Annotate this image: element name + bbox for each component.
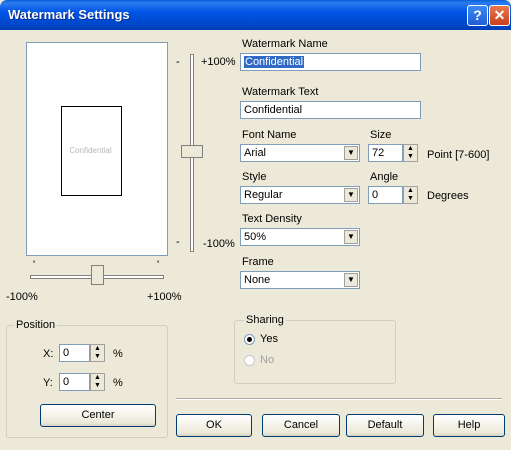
sharing-yes-label[interactable]: Yes: [260, 333, 278, 345]
chevron-down-icon[interactable]: ▼: [344, 230, 358, 244]
text-density-select[interactable]: 50% ▼: [240, 228, 360, 246]
spin-down-icon[interactable]: ▼: [91, 353, 104, 361]
watermark-text-label: Watermark Text: [242, 86, 319, 98]
separator: [176, 398, 502, 400]
chevron-down-icon[interactable]: ▼: [344, 273, 358, 287]
watermark-name-input[interactable]: Confidential: [240, 53, 421, 71]
style-select[interactable]: Regular ▼: [240, 186, 360, 204]
horizontal-slider-max-tick: ': [157, 259, 160, 271]
style-value: Regular: [244, 189, 283, 201]
chevron-down-icon[interactable]: ▼: [344, 146, 358, 160]
spin-down-icon[interactable]: ▼: [404, 195, 417, 203]
position-x-spinner[interactable]: ▲ ▼: [90, 344, 105, 362]
frame-label: Frame: [242, 256, 274, 268]
position-x-unit: %: [113, 348, 123, 360]
chevron-down-icon[interactable]: ▼: [344, 188, 358, 202]
position-x-input[interactable]: 0: [59, 344, 90, 362]
watermark-name-value: Confidential: [244, 56, 305, 68]
position-title: Position: [14, 319, 58, 331]
spin-down-icon[interactable]: ▼: [404, 153, 417, 161]
vertical-slider-max-tick: -: [176, 56, 180, 68]
vertical-slider-min-tick: -: [176, 236, 180, 248]
sharing-no-radio[interactable]: [244, 355, 255, 366]
ok-button[interactable]: OK: [176, 414, 252, 437]
window-title: Watermark Settings: [8, 7, 130, 22]
sharing-yes-radio[interactable]: [244, 334, 255, 345]
angle-input[interactable]: 0: [368, 186, 403, 204]
size-input[interactable]: 72: [368, 144, 403, 162]
size-spinner[interactable]: ▲ ▼: [403, 144, 418, 162]
position-y-label: Y:: [43, 377, 53, 389]
spin-up-icon[interactable]: ▲: [91, 374, 104, 382]
horizontal-slider-thumb[interactable]: [91, 265, 104, 285]
watermark-text-input[interactable]: Confidential: [240, 101, 421, 119]
font-name-label: Font Name: [242, 129, 297, 141]
text-density-label: Text Density: [242, 213, 302, 225]
spin-up-icon[interactable]: ▲: [91, 345, 104, 353]
horizontal-slider-min-tick: ': [33, 259, 36, 271]
sharing-group: [234, 320, 396, 384]
frame-value: None: [244, 274, 271, 286]
default-button[interactable]: Default: [346, 414, 424, 437]
position-y-input[interactable]: 0: [59, 373, 90, 391]
vertical-slider-thumb[interactable]: [181, 145, 203, 158]
sharing-title: Sharing: [244, 314, 286, 326]
watermark-name-label: Watermark Name: [242, 38, 328, 50]
help-button[interactable]: Help: [433, 414, 505, 437]
position-y-unit: %: [113, 377, 123, 389]
spin-up-icon[interactable]: ▲: [404, 187, 417, 195]
font-name-value: Arial: [244, 147, 267, 159]
close-icon[interactable]: ✕: [489, 5, 510, 26]
angle-unit-label: Degrees: [427, 190, 469, 202]
help-icon[interactable]: ?: [467, 5, 488, 26]
spin-down-icon[interactable]: ▼: [91, 382, 104, 390]
cancel-button[interactable]: Cancel: [262, 414, 340, 437]
font-name-select[interactable]: Arial ▼: [240, 144, 360, 162]
vertical-slider-max-label: +100%: [201, 56, 236, 68]
horizontal-slider-max-label: +100%: [147, 291, 182, 303]
position-x-label: X:: [43, 348, 54, 360]
horizontal-slider-min-label: -100%: [6, 291, 38, 303]
frame-select[interactable]: None ▼: [240, 271, 360, 289]
size-unit-label: Point [7-600]: [427, 149, 490, 161]
size-label: Size: [370, 129, 392, 141]
text-density-value: 50%: [244, 231, 267, 243]
center-button[interactable]: Center: [40, 404, 156, 427]
vertical-slider-min-label: -100%: [203, 238, 235, 250]
preview-watermark-text: Confidential: [69, 146, 112, 155]
angle-label: Angle: [370, 171, 399, 183]
style-label: Style: [242, 171, 267, 183]
sharing-no-label[interactable]: No: [260, 354, 274, 366]
spin-up-icon[interactable]: ▲: [404, 145, 417, 153]
angle-spinner[interactable]: ▲ ▼: [403, 186, 418, 204]
position-y-spinner[interactable]: ▲ ▼: [90, 373, 105, 391]
